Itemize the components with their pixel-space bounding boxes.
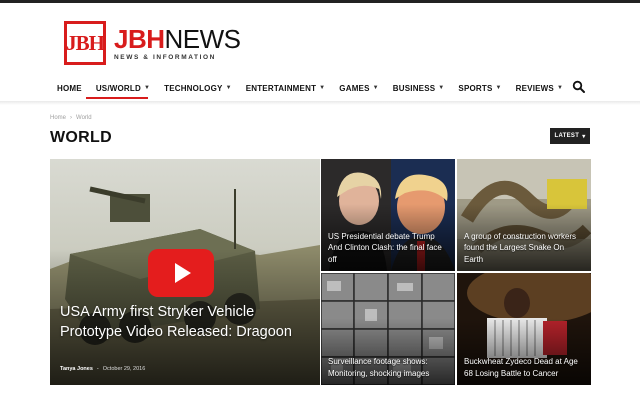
play-icon: [175, 263, 191, 283]
sort-dropdown[interactable]: LATEST ▾: [550, 128, 590, 144]
breadcrumb-current[interactable]: World: [76, 115, 92, 121]
chevron-down-icon: ▼: [225, 85, 232, 91]
featured-author[interactable]: Tanya Jones: [60, 366, 93, 372]
nav-item-entertainment[interactable]: ENTERTAINMENT ▼: [239, 76, 333, 100]
breadcrumb: Home › World: [50, 115, 92, 121]
nav-item-label: GAMES: [339, 83, 370, 93]
nav-divider: [0, 101, 640, 105]
nav-item-label: ENTERTAINMENT: [245, 83, 317, 93]
site-logo[interactable]: JBH JBHNEWS NEWS & INFORMATION: [64, 20, 241, 66]
logo-mark: JBH: [64, 21, 106, 65]
story-tile[interactable]: A group of construction workers found th…: [457, 159, 591, 271]
nav-item-home[interactable]: HOME: [50, 76, 89, 100]
featured-meta: Tanya Jones - October 29, 2016: [60, 366, 145, 372]
chevron-down-icon: ▾: [582, 133, 586, 140]
search-icon: [572, 80, 585, 93]
featured-date: October 29, 2016: [102, 366, 146, 372]
chevron-down-icon: ▼: [438, 85, 445, 91]
chevron-down-icon: ▼: [319, 85, 326, 91]
story-tile[interactable]: Buckwheat Zydeco Dead at Age 68 Losing B…: [457, 273, 591, 385]
breadcrumb-separator: ›: [70, 115, 73, 121]
chevron-down-icon: ▼: [143, 85, 151, 91]
nav-item-label: SPORTS: [458, 83, 493, 93]
top-bar: [0, 0, 640, 3]
nav-item-business[interactable]: BUSINESS ▼: [386, 76, 452, 100]
nav-item-label: REVIEWS: [515, 83, 554, 93]
search-button[interactable]: [572, 80, 586, 94]
nav-item-technology[interactable]: TECHNOLOGY ▼: [157, 76, 239, 100]
chevron-down-icon: ▼: [372, 85, 379, 91]
nav-item-label: TECHNOLOGY: [164, 83, 223, 93]
featured-story[interactable]: USA Army first Stryker Vehicle Prototype…: [50, 159, 320, 385]
story-tile[interactable]: Surveillance footage shows: Monitoring, …: [321, 273, 455, 385]
story-title[interactable]: Buckwheat Zydeco Dead at Age 68 Losing B…: [464, 356, 584, 379]
chevron-down-icon: ▼: [556, 85, 564, 91]
featured-title[interactable]: USA Army first Stryker Vehicle Prototype…: [60, 302, 300, 342]
nav-active-indicator: [86, 97, 148, 99]
story-tile[interactable]: US Presidential debate Trump And Clinton…: [321, 159, 455, 271]
nav-item-label: US/WORLD: [95, 83, 141, 93]
logo-wordmark: JBHNEWS NEWS & INFORMATION: [114, 26, 241, 61]
logo-mark-text: JBH: [66, 30, 105, 55]
story-title[interactable]: A group of construction workers found th…: [464, 231, 584, 266]
nav-item-sports[interactable]: SPORTS ▼: [451, 76, 508, 100]
logo-tagline: NEWS & INFORMATION: [114, 53, 216, 61]
video-play-button[interactable]: [148, 249, 214, 297]
nav-item-label: HOME: [57, 83, 82, 93]
chevron-down-icon: ▼: [495, 85, 502, 91]
sort-dropdown-label: LATEST: [554, 133, 580, 139]
meta-separator: -: [96, 366, 99, 372]
page-title: WORLD: [50, 129, 112, 146]
breadcrumb-home[interactable]: Home: [50, 115, 66, 121]
nav-item-reviews[interactable]: REVIEWS ▼: [509, 76, 570, 100]
nav-item-games[interactable]: GAMES ▼: [332, 76, 385, 100]
nav-item-label: BUSINESS: [392, 83, 436, 93]
logo-brand-red: JBH: [114, 23, 165, 54]
story-title[interactable]: US Presidential debate Trump And Clinton…: [328, 231, 448, 266]
logo-brand-dark: NEWS: [164, 23, 242, 54]
story-title[interactable]: Surveillance footage shows: Monitoring, …: [328, 356, 448, 379]
